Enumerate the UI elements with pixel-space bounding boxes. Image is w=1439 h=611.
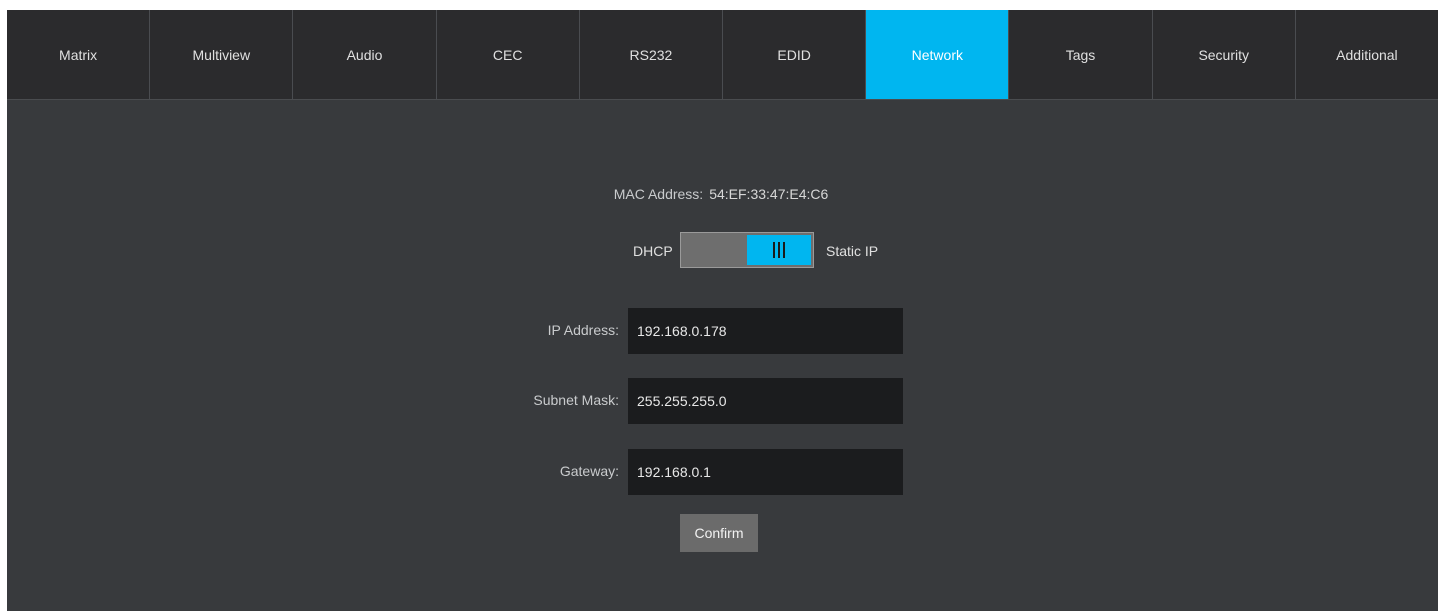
ip-address-input[interactable]: [628, 308, 903, 354]
subnet-mask-row: Subnet Mask:: [7, 378, 1438, 424]
dhcp-label: DHCP: [633, 243, 673, 259]
mac-address-row: MAC Address: 54:EF:33:47:E4:C6: [7, 186, 1438, 202]
static-ip-label: Static IP: [826, 243, 879, 259]
tab-multiview[interactable]: Multiview: [150, 10, 294, 99]
ip-mode-toggle[interactable]: [680, 232, 814, 268]
subnet-mask-input[interactable]: [628, 378, 903, 424]
ip-address-label: IP Address:: [547, 322, 619, 338]
mac-address-value: 54:EF:33:47:E4:C6: [709, 186, 829, 202]
tab-audio[interactable]: Audio: [293, 10, 437, 99]
tab-security[interactable]: Security: [1153, 10, 1296, 99]
ip-address-row: IP Address:: [7, 308, 1438, 354]
confirm-button[interactable]: Confirm: [680, 514, 758, 552]
mac-address-label: MAC Address:: [613, 186, 704, 202]
tab-additional[interactable]: Additional: [1296, 10, 1438, 99]
ip-mode-row: DHCP Static IP: [7, 232, 1438, 268]
gateway-input[interactable]: [628, 449, 903, 495]
toggle-knob[interactable]: [747, 235, 811, 265]
tab-tags[interactable]: Tags: [1009, 10, 1153, 99]
tab-network[interactable]: Network: [866, 10, 1010, 99]
tab-rs232[interactable]: RS232: [580, 10, 724, 99]
tab-cec[interactable]: CEC: [437, 10, 580, 99]
gateway-row: Gateway:: [7, 449, 1438, 495]
subnet-mask-label: Subnet Mask:: [533, 392, 619, 408]
tab-matrix[interactable]: Matrix: [7, 10, 151, 99]
tab-edid[interactable]: EDID: [723, 10, 867, 99]
tab-bar: Matrix Multiview Audio CEC RS232 EDID Ne…: [7, 10, 1438, 100]
gateway-label: Gateway:: [559, 463, 619, 479]
grip-icon: [773, 242, 785, 258]
